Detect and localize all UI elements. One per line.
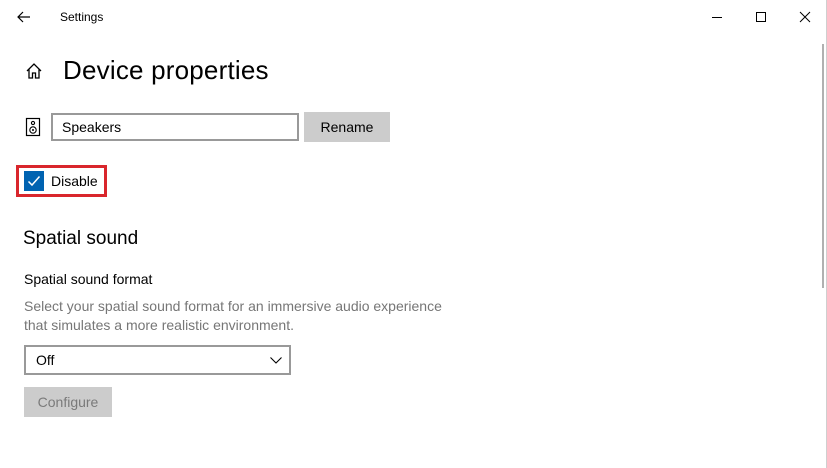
checkmark-icon [27,176,41,187]
speaker-icon [25,117,41,137]
maximize-button[interactable] [741,4,781,30]
spatial-sound-format-select[interactable]: Off [24,345,291,375]
title-bar: Settings [0,0,827,34]
scrollbar[interactable] [822,44,824,288]
spatial-sound-description: Select your spatial sound format for an … [24,298,442,333]
close-button[interactable] [785,4,825,30]
minimize-icon [712,17,722,18]
maximize-icon [756,12,766,22]
back-button[interactable] [10,4,38,30]
spatial-sound-format-label: Spatial sound format [24,271,153,287]
select-value: Off [36,352,55,368]
spatial-sound-heading: Spatial sound [23,228,139,249]
home-icon [26,63,42,79]
configure-button[interactable]: Configure [24,387,112,417]
chevron-down-icon [270,357,282,364]
back-arrow-icon [17,11,30,23]
page-title: Device properties [63,55,269,85]
disable-checkbox[interactable] [24,171,44,191]
settings-window: Settings Device properties Rename [0,0,827,468]
rename-button[interactable]: Rename [304,112,390,142]
disable-label[interactable]: Disable [51,173,98,189]
minimize-button[interactable] [697,4,737,30]
close-icon [799,11,811,23]
device-name-input[interactable] [51,113,299,141]
home-button[interactable] [23,60,45,82]
app-title: Settings [60,10,104,24]
